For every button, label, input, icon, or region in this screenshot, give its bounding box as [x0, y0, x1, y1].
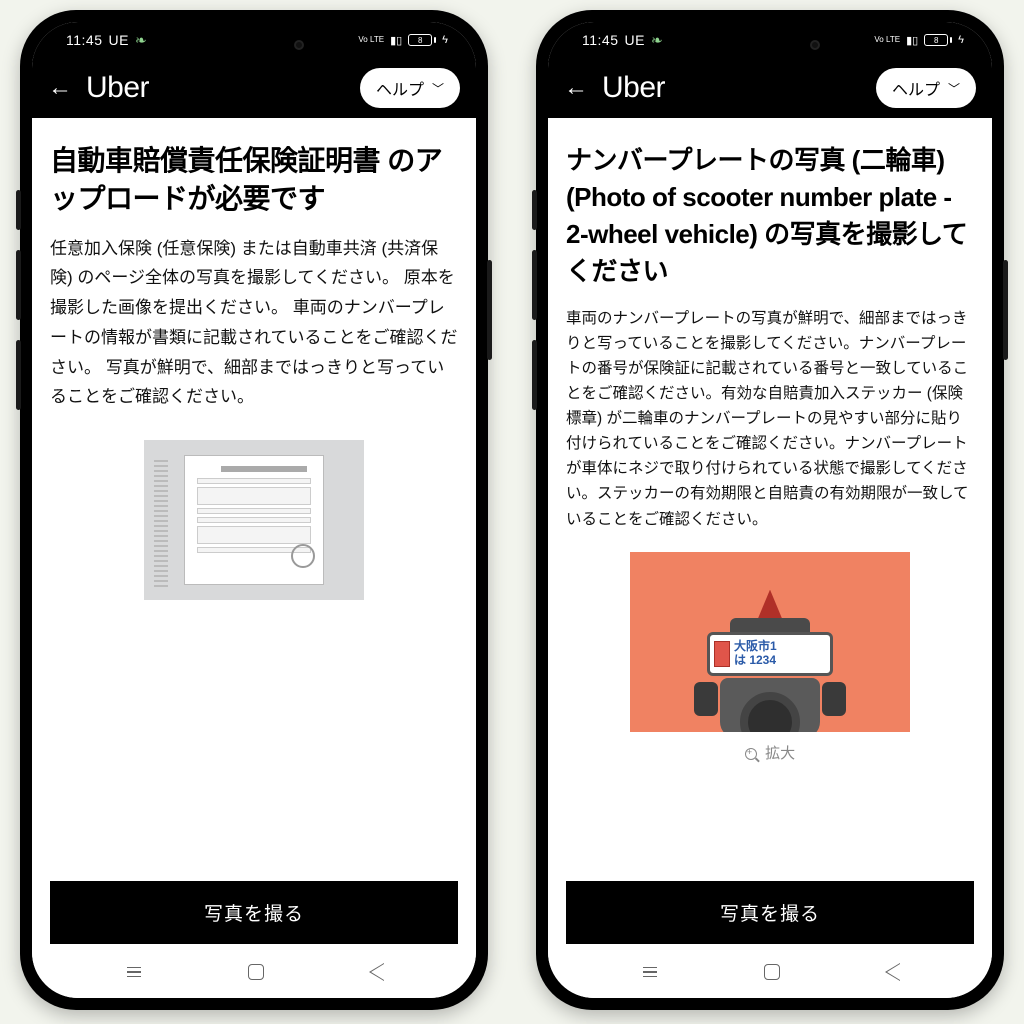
signal-icon: ▮▯ [906, 34, 918, 47]
insurance-sticker-icon [714, 641, 730, 667]
help-button[interactable]: ヘルプ ﹀ [360, 68, 460, 108]
status-bar: 11:45 UE ❧ Vo LTE ▮▯ 8 ϟ [32, 22, 476, 58]
phone-left: 11:45 UE ❧ Vo LTE ▮▯ 8 ϟ ← Uber ヘルプ ﹀ [20, 10, 488, 1010]
document-illustration [144, 440, 364, 600]
camera-cutout [294, 40, 304, 50]
app-bar: ← Uber ヘルプ ﹀ [548, 58, 992, 118]
status-bar: 11:45 UE ❧ Vo LTE ▮▯ 8 ϟ [548, 22, 992, 58]
back-arrow-icon[interactable]: ← [48, 74, 72, 102]
camera-cutout [810, 40, 820, 50]
nav-recent-icon[interactable] [641, 967, 659, 978]
number-plate: 大阪市1 は 1234 [707, 632, 833, 676]
help-label: ヘルプ [376, 76, 424, 100]
plate-line-2: は 1234 [734, 654, 777, 667]
nav-home-icon[interactable] [764, 964, 780, 980]
help-button[interactable]: ヘルプ ﹀ [876, 68, 976, 108]
page-title: ナンバープレートの写真 (二輪車) (Photo of scooter numb… [566, 142, 974, 290]
nav-recent-icon[interactable] [125, 967, 143, 978]
phone-right: 11:45 UE ❧ Vo LTE ▮▯ 8 ϟ ← Uber ヘルプ ﹀ [536, 10, 1004, 1010]
page-title: 自動車賠償責任保険証明書 のアップロードが必要です [50, 142, 458, 218]
chevron-down-icon: ﹀ [948, 80, 960, 97]
battery-icon: 8 [924, 34, 952, 46]
magnify-plus-icon: + [745, 748, 757, 760]
leaf-icon: ❧ [135, 32, 147, 49]
nav-home-icon[interactable] [248, 964, 264, 980]
scooter-illustration: 大阪市1 は 1234 [630, 552, 910, 732]
status-time: 11:45 [582, 32, 619, 48]
volte-icon: Vo LTE [874, 36, 900, 44]
volte-icon: Vo LTE [358, 36, 384, 44]
status-time: 11:45 [66, 32, 103, 48]
take-photo-button[interactable]: 写真を撮る [50, 881, 458, 944]
status-carrier: UE [625, 32, 645, 48]
zoom-link[interactable]: + 拡大 [566, 742, 974, 763]
battery-icon: 8 [408, 34, 436, 46]
content-area: ナンバープレートの写真 (二輪車) (Photo of scooter numb… [548, 118, 992, 871]
nav-back-icon[interactable] [369, 963, 384, 981]
uber-logo: Uber [86, 71, 149, 105]
back-arrow-icon[interactable]: ← [564, 74, 588, 102]
content-area: 自動車賠償責任保険証明書 のアップロードが必要です 任意加入保険 (任意保険) … [32, 118, 476, 871]
chevron-down-icon: ﹀ [432, 80, 444, 97]
charging-icon: ϟ [958, 34, 964, 46]
page-description: 車両のナンバープレートの写真が鮮明で、細部まではっきりと写っていることを撮影して… [566, 306, 974, 532]
uber-logo: Uber [602, 71, 665, 105]
android-navbar [32, 952, 476, 998]
android-navbar [548, 952, 992, 998]
status-carrier: UE [109, 32, 129, 48]
signal-icon: ▮▯ [390, 34, 402, 47]
charging-icon: ϟ [442, 34, 448, 46]
app-bar: ← Uber ヘルプ ﹀ [32, 58, 476, 118]
help-label: ヘルプ [892, 76, 940, 100]
zoom-label: 拡大 [765, 745, 795, 762]
take-photo-button[interactable]: 写真を撮る [566, 881, 974, 944]
nav-back-icon[interactable] [885, 963, 900, 981]
page-description: 任意加入保険 (任意保険) または自動車共済 (共済保険) のページ全体の写真を… [50, 234, 458, 413]
leaf-icon: ❧ [651, 32, 663, 49]
